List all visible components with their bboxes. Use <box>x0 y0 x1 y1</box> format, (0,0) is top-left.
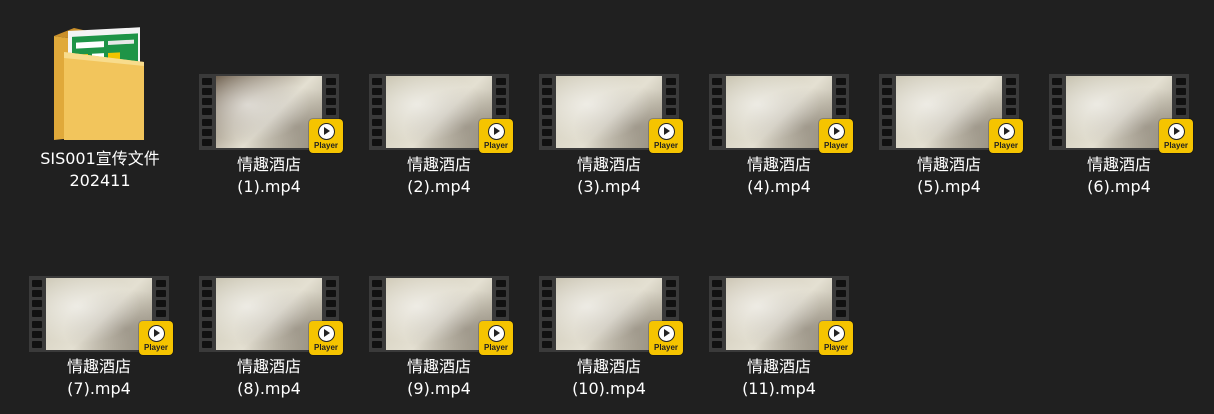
video-frame-preview <box>46 278 152 350</box>
player-badge-label: Player <box>823 140 849 150</box>
play-icon <box>827 324 845 342</box>
play-icon <box>997 122 1015 140</box>
play-icon <box>487 324 505 342</box>
player-badge-icon: Player <box>989 119 1023 153</box>
video-frame-preview <box>216 76 322 148</box>
video-file-name: 情趣酒店 (5).mp4 <box>916 155 981 196</box>
video-file-item[interactable]: Player 情趣酒店 (4).mp4 <box>694 74 864 198</box>
player-badge-icon: Player <box>649 119 683 153</box>
play-icon <box>317 122 335 140</box>
player-badge-label: Player <box>653 140 679 150</box>
video-file-item[interactable]: Player 情趣酒店 (7).mp4 <box>14 276 184 400</box>
video-frame-preview <box>556 76 662 148</box>
video-thumbnail: Player <box>369 74 513 153</box>
player-badge-label: Player <box>823 342 849 352</box>
play-icon <box>827 122 845 140</box>
player-badge-icon: Player <box>309 119 343 153</box>
player-badge-icon: Player <box>1159 119 1193 153</box>
video-file-item[interactable]: Player 情趣酒店 (9).mp4 <box>354 276 524 400</box>
video-thumbnail: Player <box>709 276 853 355</box>
player-badge-icon: Player <box>139 321 173 355</box>
play-icon <box>147 324 165 342</box>
video-file-item[interactable]: Player 情趣酒店 (1).mp4 <box>184 74 354 198</box>
video-frame-preview <box>386 278 492 350</box>
video-thumbnail: Player <box>879 74 1023 153</box>
video-file-item[interactable]: Player 情趣酒店 (11).mp4 <box>694 276 864 400</box>
video-file-name: 情趣酒店 (6).mp4 <box>1086 155 1151 196</box>
video-file-item[interactable]: Player 情趣酒店 (5).mp4 <box>864 74 1034 198</box>
play-icon <box>317 324 335 342</box>
player-badge-label: Player <box>993 140 1019 150</box>
player-badge-icon: Player <box>479 321 513 355</box>
video-file-item[interactable]: Player 情趣酒店 (2).mp4 <box>354 74 524 198</box>
video-file-name: 情趣酒店 (7).mp4 <box>66 357 131 398</box>
video-thumbnail: Player <box>369 276 513 355</box>
video-file-item[interactable]: Player 情趣酒店 (10).mp4 <box>524 276 694 400</box>
folder-name: SIS001宣传文件 202411 <box>40 149 160 190</box>
video-frame-preview <box>896 76 1002 148</box>
video-thumbnail: Player <box>29 276 173 355</box>
video-file-name: 情趣酒店 (4).mp4 <box>746 155 811 196</box>
player-badge-label: Player <box>483 342 509 352</box>
video-frame-preview <box>216 278 322 350</box>
player-badge-icon: Player <box>479 119 513 153</box>
video-thumbnail: Player <box>199 276 343 355</box>
video-file-name: 情趣酒店 (1).mp4 <box>236 155 301 196</box>
video-thumbnail: Player <box>539 74 683 153</box>
video-file-name: 情趣酒店 (10).mp4 <box>572 357 646 398</box>
player-badge-icon: Player <box>819 321 853 355</box>
video-frame-preview <box>1066 76 1172 148</box>
file-grid: SIS001宣传文件 202411 Player 情趣酒店 (1).mp4 Playe… <box>0 0 1214 414</box>
video-thumbnail: Player <box>709 74 853 153</box>
player-badge-label: Player <box>143 342 169 352</box>
video-file-item[interactable]: Player 情趣酒店 (8).mp4 <box>184 276 354 400</box>
video-file-item[interactable]: Player 情趣酒店 (3).mp4 <box>524 74 694 198</box>
video-file-name: 情趣酒店 (2).mp4 <box>406 155 471 196</box>
play-icon <box>487 122 505 140</box>
play-icon <box>657 122 675 140</box>
video-file-name: 情趣酒店 (3).mp4 <box>576 155 641 196</box>
video-thumbnail: Player <box>1049 74 1193 153</box>
folder-item[interactable]: SIS001宣传文件 202411 <box>15 22 185 192</box>
video-frame-preview <box>386 76 492 148</box>
player-badge-label: Player <box>653 342 679 352</box>
video-frame-preview <box>556 278 662 350</box>
player-badge-icon: Player <box>309 321 343 355</box>
video-frame-preview <box>726 76 832 148</box>
player-badge-label: Player <box>313 342 339 352</box>
player-badge-label: Player <box>1163 140 1189 150</box>
video-file-item[interactable]: Player 情趣酒店 (6).mp4 <box>1034 74 1204 198</box>
video-thumbnail: Player <box>199 74 343 153</box>
video-thumbnail: Player <box>539 276 683 355</box>
video-file-name: 情趣酒店 (8).mp4 <box>236 357 301 398</box>
video-file-name: 情趣酒店 (9).mp4 <box>406 357 471 398</box>
player-badge-icon: Player <box>819 119 853 153</box>
player-badge-label: Player <box>483 140 509 150</box>
video-frame-preview <box>726 278 832 350</box>
player-badge-label: Player <box>313 140 339 150</box>
player-badge-icon: Player <box>649 321 683 355</box>
play-icon <box>1167 122 1185 140</box>
video-file-name: 情趣酒店 (11).mp4 <box>742 357 816 398</box>
folder-icon <box>50 22 150 144</box>
play-icon <box>657 324 675 342</box>
